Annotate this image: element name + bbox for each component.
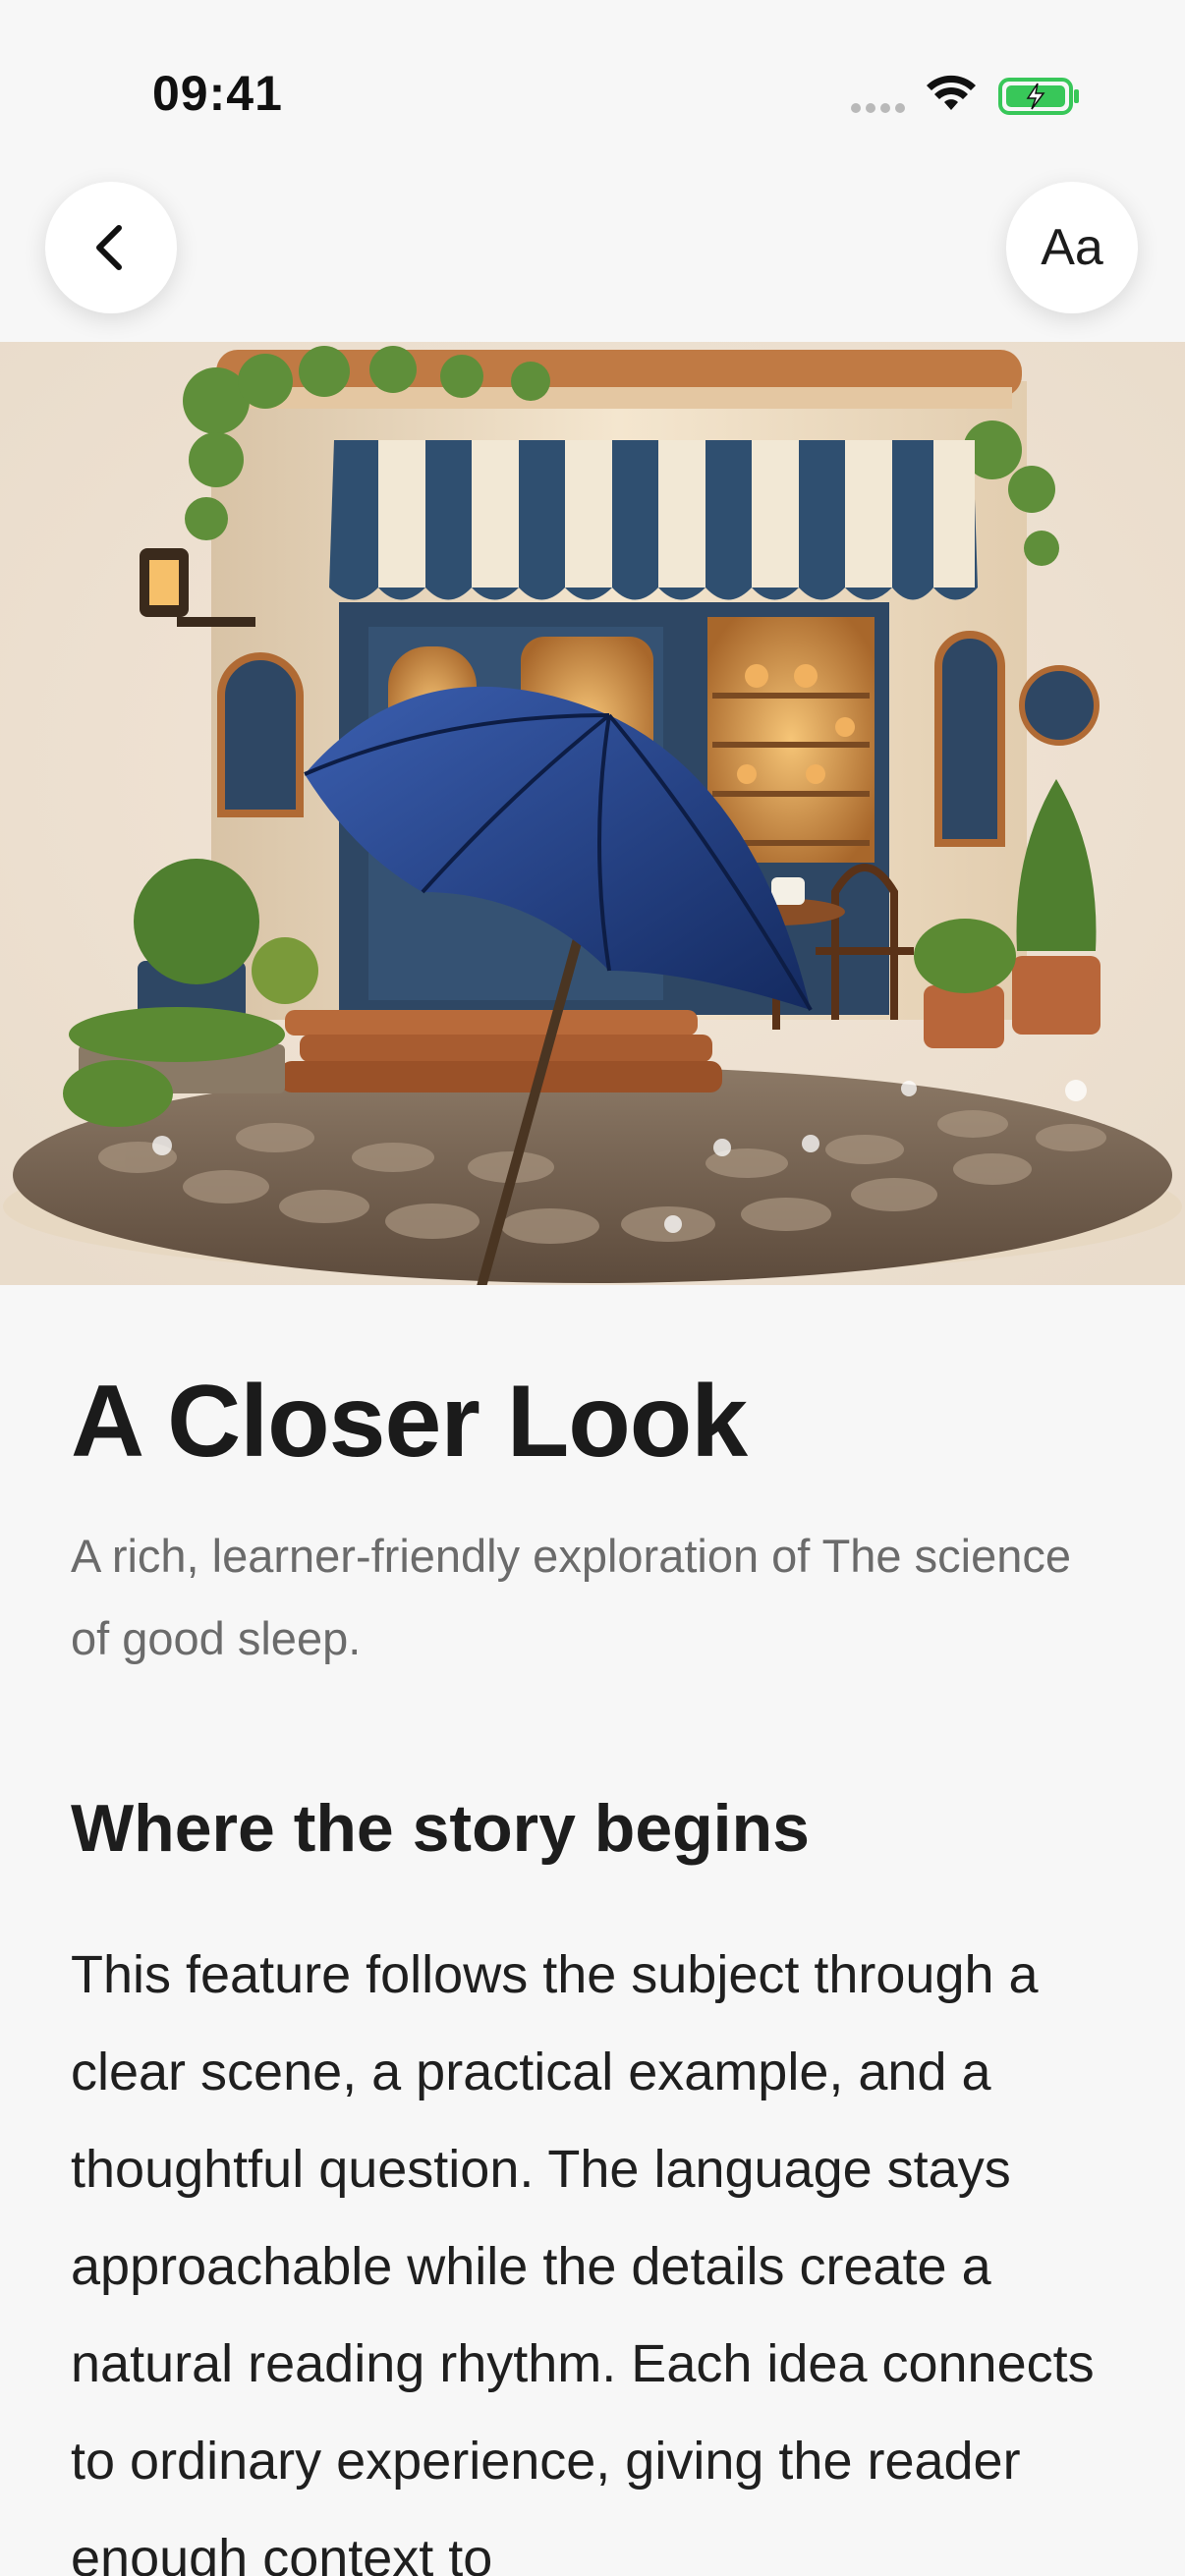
text-size-label: Aa bbox=[1041, 219, 1103, 276]
cafe-illustration bbox=[0, 342, 1185, 1285]
status-time: 09:41 bbox=[152, 66, 283, 121]
article: A Closer Look A rich, learner-friendly e… bbox=[71, 1366, 1114, 2576]
awning bbox=[329, 440, 978, 600]
text-size-button[interactable]: Aa bbox=[1006, 182, 1138, 313]
cellular-signal-icon bbox=[851, 103, 905, 113]
wifi-icon bbox=[927, 75, 976, 110]
battery-icon bbox=[998, 78, 1079, 115]
status-bar: 09:41 bbox=[0, 0, 1185, 177]
article-title: A Closer Look bbox=[71, 1365, 748, 1479]
section-heading: Where the story begins bbox=[71, 1791, 810, 1867]
chevron-left-icon bbox=[96, 225, 122, 270]
article-body: This feature follows the subject through… bbox=[71, 1945, 1095, 2576]
back-button[interactable] bbox=[45, 182, 177, 313]
hero-image bbox=[0, 342, 1185, 1285]
article-subtitle: A rich, learner-friendly exploration of … bbox=[71, 1530, 1071, 1665]
